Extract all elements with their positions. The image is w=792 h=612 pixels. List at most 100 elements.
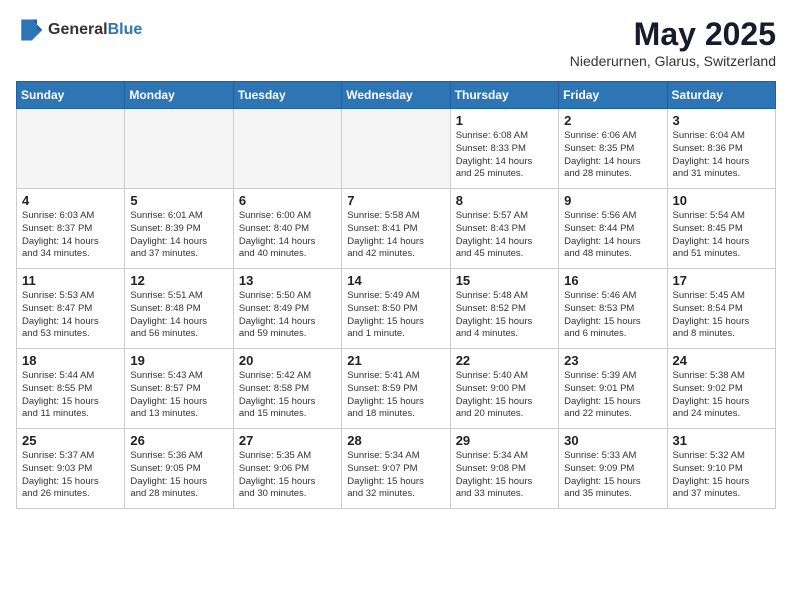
day-info: Sunrise: 6:03 AMSunset: 8:37 PMDaylight:…: [22, 210, 119, 261]
day-number: 31: [673, 433, 770, 448]
day-info: Sunrise: 5:36 AMSunset: 9:05 PMDaylight:…: [130, 450, 227, 501]
day-info: Sunrise: 6:01 AMSunset: 8:39 PMDaylight:…: [130, 210, 227, 261]
day-info: Sunrise: 5:34 AMSunset: 9:07 PMDaylight:…: [347, 450, 444, 501]
calendar-day: [125, 109, 233, 189]
day-info: Sunrise: 6:04 AMSunset: 8:36 PMDaylight:…: [673, 130, 770, 181]
day-info: Sunrise: 5:57 AMSunset: 8:43 PMDaylight:…: [456, 210, 553, 261]
calendar-day: 5 Sunrise: 6:01 AMSunset: 8:39 PMDaylight…: [125, 189, 233, 269]
calendar-day: 1 Sunrise: 6:08 AMSunset: 8:33 PMDaylight…: [450, 109, 558, 189]
day-number: 5: [130, 193, 227, 208]
calendar-day: 28 Sunrise: 5:34 AMSunset: 9:07 PMDayligh…: [342, 429, 450, 509]
day-number: 27: [239, 433, 336, 448]
calendar-day: 13 Sunrise: 5:50 AMSunset: 8:49 PMDayligh…: [233, 269, 341, 349]
day-info: Sunrise: 5:33 AMSunset: 9:09 PMDaylight:…: [564, 450, 661, 501]
day-info: Sunrise: 5:50 AMSunset: 8:49 PMDaylight:…: [239, 290, 336, 341]
weekday-header-wednesday: Wednesday: [342, 82, 450, 109]
calendar-day: 2 Sunrise: 6:06 AMSunset: 8:35 PMDaylight…: [559, 109, 667, 189]
day-number: 18: [22, 353, 119, 368]
day-info: Sunrise: 5:42 AMSunset: 8:58 PMDaylight:…: [239, 370, 336, 421]
day-number: 7: [347, 193, 444, 208]
calendar-day: 29 Sunrise: 5:34 AMSunset: 9:08 PMDayligh…: [450, 429, 558, 509]
day-number: 24: [673, 353, 770, 368]
day-number: 4: [22, 193, 119, 208]
calendar-week-4: 18 Sunrise: 5:44 AMSunset: 8:55 PMDayligh…: [17, 349, 776, 429]
day-number: 19: [130, 353, 227, 368]
day-number: 13: [239, 273, 336, 288]
day-number: 30: [564, 433, 661, 448]
calendar-day: 19 Sunrise: 5:43 AMSunset: 8:57 PMDayligh…: [125, 349, 233, 429]
calendar-day: [233, 109, 341, 189]
day-info: Sunrise: 5:34 AMSunset: 9:08 PMDaylight:…: [456, 450, 553, 501]
calendar-day: 22 Sunrise: 5:40 AMSunset: 9:00 PMDayligh…: [450, 349, 558, 429]
day-number: 23: [564, 353, 661, 368]
calendar-day: 18 Sunrise: 5:44 AMSunset: 8:55 PMDayligh…: [17, 349, 125, 429]
calendar-week-3: 11 Sunrise: 5:53 AMSunset: 8:47 PMDayligh…: [17, 269, 776, 349]
day-number: 28: [347, 433, 444, 448]
calendar-day: 11 Sunrise: 5:53 AMSunset: 8:47 PMDayligh…: [17, 269, 125, 349]
day-info: Sunrise: 5:38 AMSunset: 9:02 PMDaylight:…: [673, 370, 770, 421]
day-number: 1: [456, 113, 553, 128]
weekday-header-saturday: Saturday: [667, 82, 775, 109]
day-info: Sunrise: 5:48 AMSunset: 8:52 PMDaylight:…: [456, 290, 553, 341]
calendar-day: 27 Sunrise: 5:35 AMSunset: 9:06 PMDayligh…: [233, 429, 341, 509]
day-info: Sunrise: 6:00 AMSunset: 8:40 PMDaylight:…: [239, 210, 336, 261]
weekday-header-friday: Friday: [559, 82, 667, 109]
calendar-day: 10Sunrise: 5:54 AMSunset: 8:45 PMDayligh…: [667, 189, 775, 269]
day-info: Sunrise: 6:06 AMSunset: 8:35 PMDaylight:…: [564, 130, 661, 181]
day-info: Sunrise: 5:43 AMSunset: 8:57 PMDaylight:…: [130, 370, 227, 421]
weekday-header-row: SundayMondayTuesdayWednesdayThursdayFrid…: [17, 82, 776, 109]
day-info: Sunrise: 5:56 AMSunset: 8:44 PMDaylight:…: [564, 210, 661, 261]
day-number: 16: [564, 273, 661, 288]
day-info: Sunrise: 6:08 AMSunset: 8:33 PMDaylight:…: [456, 130, 553, 181]
calendar-week-2: 4 Sunrise: 6:03 AMSunset: 8:37 PMDaylight…: [17, 189, 776, 269]
calendar-day: [17, 109, 125, 189]
day-info: Sunrise: 5:35 AMSunset: 9:06 PMDaylight:…: [239, 450, 336, 501]
day-number: 22: [456, 353, 553, 368]
day-number: 26: [130, 433, 227, 448]
day-info: Sunrise: 5:46 AMSunset: 8:53 PMDaylight:…: [564, 290, 661, 341]
day-info: Sunrise: 5:53 AMSunset: 8:47 PMDaylight:…: [22, 290, 119, 341]
calendar-day: 17Sunrise: 5:45 AMSunset: 8:54 PMDayligh…: [667, 269, 775, 349]
title-block: May 2025 Niederurnen, Glarus, Switzerlan…: [570, 16, 776, 69]
calendar-day: 20Sunrise: 5:42 AMSunset: 8:58 PMDayligh…: [233, 349, 341, 429]
day-number: 15: [456, 273, 553, 288]
day-number: 10: [673, 193, 770, 208]
logo: GeneralBlue: [16, 16, 142, 44]
logo-blue-text: Blue: [108, 21, 143, 38]
calendar-day: 3 Sunrise: 6:04 AMSunset: 8:36 PMDaylight…: [667, 109, 775, 189]
day-info: Sunrise: 5:40 AMSunset: 9:00 PMDaylight:…: [456, 370, 553, 421]
calendar-table: SundayMondayTuesdayWednesdayThursdayFrid…: [16, 81, 776, 509]
day-number: 8: [456, 193, 553, 208]
calendar-day: 16 Sunrise: 5:46 AMSunset: 8:53 PMDayligh…: [559, 269, 667, 349]
calendar-day: 21Sunrise: 5:41 AMSunset: 8:59 PMDayligh…: [342, 349, 450, 429]
calendar-day: 9 Sunrise: 5:56 AMSunset: 8:44 PMDaylight…: [559, 189, 667, 269]
calendar-week-1: 1 Sunrise: 6:08 AMSunset: 8:33 PMDaylight…: [17, 109, 776, 189]
day-number: 12: [130, 273, 227, 288]
calendar-location: Niederurnen, Glarus, Switzerland: [570, 53, 776, 69]
calendar-day: 23Sunrise: 5:39 AMSunset: 9:01 PMDayligh…: [559, 349, 667, 429]
weekday-header-thursday: Thursday: [450, 82, 558, 109]
calendar-day: 12 Sunrise: 5:51 AMSunset: 8:48 PMDayligh…: [125, 269, 233, 349]
calendar-day: 26 Sunrise: 5:36 AMSunset: 9:05 PMDayligh…: [125, 429, 233, 509]
weekday-header-tuesday: Tuesday: [233, 82, 341, 109]
day-info: Sunrise: 5:51 AMSunset: 8:48 PMDaylight:…: [130, 290, 227, 341]
calendar-day: 14Sunrise: 5:49 AMSunset: 8:50 PMDayligh…: [342, 269, 450, 349]
calendar-day: 7Sunrise: 5:58 AMSunset: 8:41 PMDaylight…: [342, 189, 450, 269]
day-info: Sunrise: 5:44 AMSunset: 8:55 PMDaylight:…: [22, 370, 119, 421]
calendar-day: [342, 109, 450, 189]
day-number: 29: [456, 433, 553, 448]
weekday-header-monday: Monday: [125, 82, 233, 109]
weekday-header-sunday: Sunday: [17, 82, 125, 109]
day-number: 11: [22, 273, 119, 288]
day-number: 9: [564, 193, 661, 208]
page-header: GeneralBlue May 2025 Niederurnen, Glarus…: [16, 16, 776, 69]
calendar-title: May 2025: [570, 16, 776, 53]
day-number: 25: [22, 433, 119, 448]
calendar-day: 24 Sunrise: 5:38 AMSunset: 9:02 PMDayligh…: [667, 349, 775, 429]
day-number: 2: [564, 113, 661, 128]
day-number: 3: [673, 113, 770, 128]
day-info: Sunrise: 5:32 AMSunset: 9:10 PMDaylight:…: [673, 450, 770, 501]
calendar-day: 8 Sunrise: 5:57 AMSunset: 8:43 PMDaylight…: [450, 189, 558, 269]
day-info: Sunrise: 5:45 AMSunset: 8:54 PMDaylight:…: [673, 290, 770, 341]
day-info: Sunrise: 5:49 AMSunset: 8:50 PMDaylight:…: [347, 290, 444, 341]
